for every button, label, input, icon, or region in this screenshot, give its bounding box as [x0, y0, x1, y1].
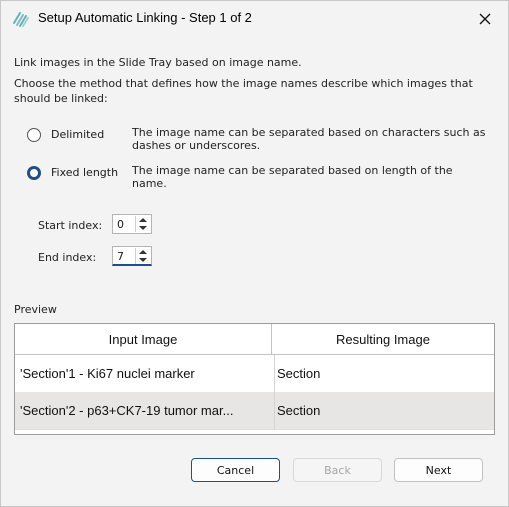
column-header-resulting-image[interactable]: Resulting Image: [272, 324, 494, 355]
end-index-label: End index:: [38, 251, 97, 264]
increment-arrow-icon[interactable]: [139, 218, 147, 222]
method-instruction-cont: should be linked:: [14, 92, 108, 105]
decrement-arrow-icon[interactable]: [139, 258, 147, 262]
start-index-label: Start index:: [38, 219, 103, 232]
delimited-description: The image name can be separated based on…: [132, 126, 502, 152]
delimited-desc-line1: The image name can be separated based on…: [132, 126, 486, 139]
title-bar: Setup Automatic Linking - Step 1 of 2: [1, 1, 508, 37]
fixed-length-desc-line2: name.: [132, 177, 167, 190]
increment-arrow-icon[interactable]: [139, 250, 147, 254]
end-index-stepper[interactable]: 7: [112, 246, 152, 266]
method-instruction: Choose the method that defines how the i…: [14, 77, 473, 90]
table-row[interactable]: 'Section'2 - p63+CK7-19 tumor mar... Sec…: [15, 392, 494, 430]
input-image-cell: 'Section'2 - p63+CK7-19 tumor mar...: [20, 403, 234, 418]
close-button[interactable]: [462, 1, 508, 37]
app-logo-icon: [12, 10, 30, 28]
input-image-cell: 'Section'1 - Ki67 nuclei marker: [20, 366, 195, 381]
back-button[interactable]: Back: [293, 458, 382, 482]
radio-button-checked[interactable]: [27, 166, 41, 180]
radio-button-unchecked[interactable]: [27, 128, 41, 142]
fixed-length-description: The image name can be separated based on…: [132, 164, 502, 190]
close-icon: [479, 10, 491, 29]
resulting-image-cell: Section: [274, 392, 492, 429]
cancel-button[interactable]: Cancel: [191, 458, 280, 482]
decrement-arrow-icon[interactable]: [139, 226, 147, 230]
fixed-length-desc-line1: The image name can be separated based on…: [132, 164, 453, 177]
start-index-value[interactable]: 0: [117, 218, 124, 231]
delimited-desc-line2: dashes or underscores.: [132, 139, 261, 152]
start-index-stepper[interactable]: 0: [112, 214, 152, 234]
window-title: Setup Automatic Linking - Step 1 of 2: [38, 10, 252, 25]
end-index-value[interactable]: 7: [117, 250, 124, 263]
table-row[interactable]: 'Section'1 - Ki67 nuclei marker Section: [15, 355, 494, 393]
column-header-input-image[interactable]: Input Image: [15, 324, 272, 355]
resulting-image-cell: Section: [274, 355, 492, 392]
radio-label-fixed-length: Fixed length: [51, 166, 119, 179]
preview-label: Preview: [14, 303, 57, 316]
start-index-spin-arrows[interactable]: [135, 216, 150, 232]
radio-label-delimited: Delimited: [51, 128, 105, 141]
dialog-window: Setup Automatic Linking - Step 1 of 2 Li…: [0, 0, 509, 507]
next-button[interactable]: Next: [394, 458, 483, 482]
intro-text: Link images in the Slide Tray based on i…: [14, 56, 302, 69]
end-index-spin-arrows[interactable]: [135, 248, 150, 264]
preview-table[interactable]: Input Image Resulting Image 'Section'1 -…: [14, 323, 495, 435]
